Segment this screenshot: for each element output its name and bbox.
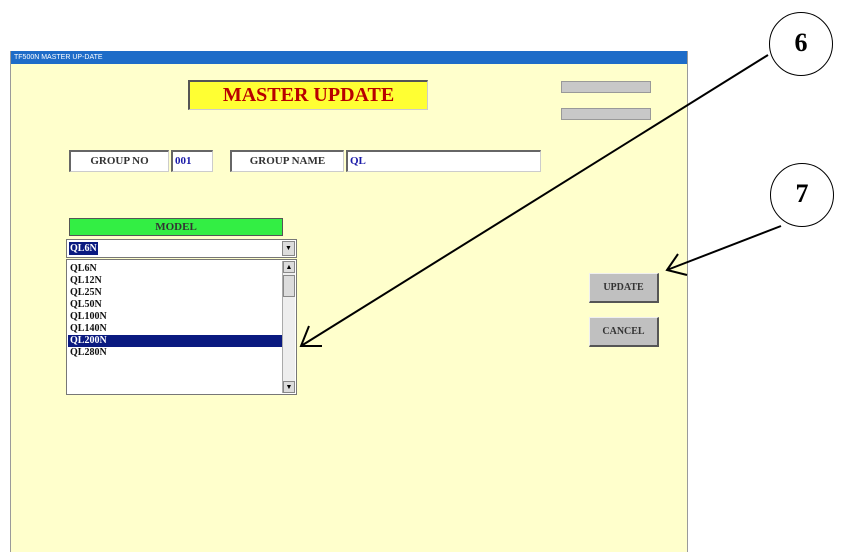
callout-6: 6: [769, 12, 833, 76]
callout-6-arrow-line: [300, 54, 769, 347]
callout-7: 7: [770, 163, 834, 227]
callout-arrows: [299, 54, 782, 347]
callout-7-arrow-line: [666, 225, 782, 271]
